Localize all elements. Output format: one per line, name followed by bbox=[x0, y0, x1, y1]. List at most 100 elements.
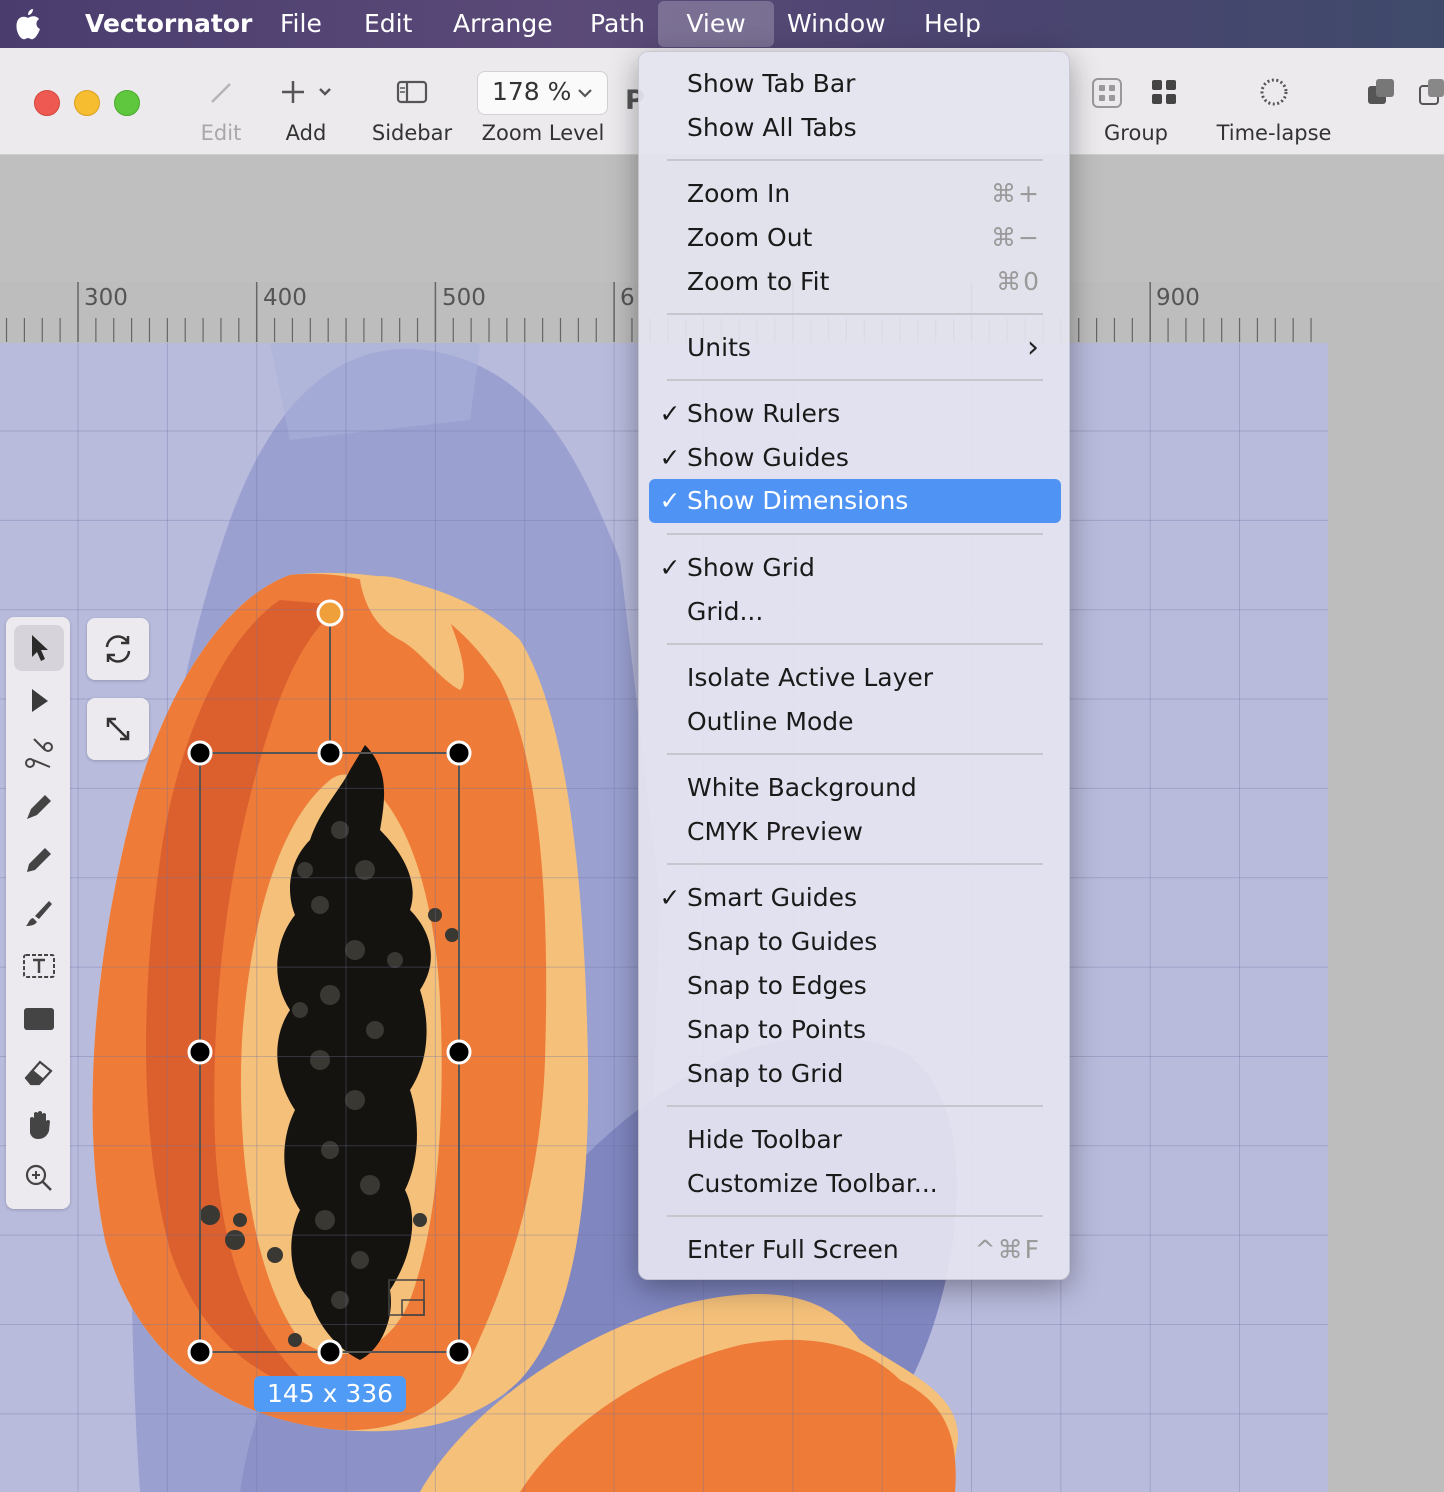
menu-item-label: Grid... bbox=[687, 597, 764, 626]
menu-item-snap-to-guides[interactable]: Snap to Guides bbox=[649, 920, 1061, 964]
menu-item-label: Show Guides bbox=[687, 443, 849, 472]
menu-item-label: Outline Mode bbox=[687, 707, 854, 736]
menu-item-show-dimensions[interactable]: ✓ Show Dimensions bbox=[649, 479, 1061, 523]
selection-tool[interactable] bbox=[14, 625, 64, 671]
menu-item-customize-toolbar[interactable]: Customize Toolbar... bbox=[649, 1162, 1061, 1206]
zoom-level-label: Zoom Level bbox=[481, 121, 605, 145]
menu-item-snap-to-grid[interactable]: Snap to Grid bbox=[649, 1052, 1061, 1096]
menu-view[interactable]: View bbox=[658, 1, 774, 47]
menu-arrange[interactable]: Arrange bbox=[453, 0, 553, 48]
menu-item-outline-mode[interactable]: Outline Mode bbox=[649, 700, 1061, 744]
menu-separator bbox=[667, 1215, 1043, 1217]
pencil-icon bbox=[211, 83, 231, 103]
zoom-icon bbox=[25, 1164, 52, 1191]
apple-icon[interactable] bbox=[14, 7, 42, 41]
edit-label: Edit bbox=[200, 121, 242, 145]
rotate-icon bbox=[105, 635, 131, 663]
rectangle-tool[interactable] bbox=[14, 996, 64, 1042]
menu-item-label: Customize Toolbar... bbox=[687, 1169, 938, 1198]
menu-item-cmyk-preview[interactable]: CMYK Preview bbox=[649, 810, 1061, 854]
menu-separator bbox=[667, 533, 1043, 535]
checkmark-icon: ✓ bbox=[659, 399, 681, 428]
ruler-label-900: 900 bbox=[1156, 285, 1200, 311]
menu-separator bbox=[667, 863, 1043, 865]
menu-item-grid-settings[interactable]: Grid... bbox=[649, 590, 1061, 634]
rotation-handle bbox=[316, 599, 344, 627]
brush-tool[interactable] bbox=[14, 890, 64, 936]
dimensions-label: 145 x 336 bbox=[254, 1376, 406, 1412]
menu-item-hide-toolbar[interactable]: Hide Toolbar bbox=[649, 1118, 1061, 1162]
group-label: Group bbox=[1104, 121, 1168, 145]
menu-item-smart-guides[interactable]: ✓ Smart Guides bbox=[649, 876, 1061, 920]
menu-file[interactable]: File bbox=[280, 0, 322, 48]
zoom-level-value: 178 % bbox=[492, 77, 572, 106]
menu-item-white-background[interactable]: White Background bbox=[649, 766, 1061, 810]
boolean-union-icon[interactable] bbox=[1364, 76, 1444, 110]
menu-window[interactable]: Window bbox=[787, 0, 886, 48]
menu-item-label: Snap to Edges bbox=[687, 971, 867, 1000]
menu-item-show-guides[interactable]: ✓ Show Guides bbox=[649, 436, 1061, 480]
menu-help[interactable]: Help bbox=[924, 0, 981, 48]
menu-item-label: Show Dimensions bbox=[687, 486, 909, 515]
rectangle-icon bbox=[24, 1008, 54, 1030]
menu-item-isolate-active-layer[interactable]: Isolate Active Layer bbox=[649, 656, 1061, 700]
menu-item-label: Snap to Points bbox=[687, 1015, 866, 1044]
sidebar-label: Sidebar bbox=[371, 121, 453, 145]
menu-item-units[interactable]: Units › bbox=[649, 326, 1061, 370]
text-tool[interactable] bbox=[14, 943, 64, 989]
eraser-tool[interactable] bbox=[14, 1049, 64, 1095]
menu-item-shortcut: ⌘0 bbox=[996, 267, 1041, 296]
menu-bar: Vectornator File Edit Arrange Path View … bbox=[0, 0, 1444, 48]
minimize-window-button[interactable] bbox=[74, 90, 100, 116]
menu-item-label: Snap to Grid bbox=[687, 1059, 844, 1088]
hand-tool[interactable] bbox=[14, 1102, 64, 1148]
workspace-margin bbox=[1328, 282, 1444, 1492]
resize-mode-button[interactable] bbox=[87, 698, 149, 760]
pencil-tool-icon bbox=[27, 848, 51, 872]
menu-item-show-all-tabs[interactable]: Show All Tabs bbox=[649, 106, 1061, 150]
direct-selection-tool[interactable] bbox=[14, 678, 64, 724]
pencil-tool[interactable] bbox=[14, 837, 64, 883]
menu-item-enter-full-screen[interactable]: Enter Full Screen ^⌘F bbox=[649, 1228, 1061, 1272]
plus-icon bbox=[282, 81, 331, 103]
menu-item-show-rulers[interactable]: ✓ Show Rulers bbox=[649, 392, 1061, 436]
menu-item-zoom-to-fit[interactable]: Zoom to Fit ⌘0 bbox=[649, 260, 1061, 304]
rotate-mode-button[interactable] bbox=[87, 618, 149, 680]
eraser-icon bbox=[24, 1060, 53, 1086]
tools-panel bbox=[6, 617, 70, 1209]
checkmark-icon: ✓ bbox=[659, 443, 681, 472]
menu-item-label: Zoom In bbox=[687, 179, 791, 208]
menu-item-zoom-in[interactable]: Zoom In ⌘+ bbox=[649, 172, 1061, 216]
menu-item-label: Snap to Guides bbox=[687, 927, 878, 956]
menu-separator bbox=[667, 159, 1043, 161]
chevron-right-icon: › bbox=[1027, 330, 1041, 365]
ruler-label-300: 300 bbox=[84, 285, 128, 311]
app-name-menu[interactable]: Vectornator bbox=[85, 0, 252, 48]
menu-item-label: CMYK Preview bbox=[687, 817, 863, 846]
menu-item-snap-to-edges[interactable]: Snap to Edges bbox=[649, 964, 1061, 1008]
zoom-window-button[interactable] bbox=[114, 90, 140, 116]
select-arrow-icon bbox=[32, 635, 48, 661]
ruler-label-600: 6 bbox=[620, 285, 635, 311]
menu-item-show-grid[interactable]: ✓ Show Grid bbox=[649, 546, 1061, 590]
scissors-icon bbox=[25, 738, 53, 768]
close-window-button[interactable] bbox=[34, 90, 60, 116]
menu-path[interactable]: Path bbox=[590, 0, 645, 48]
menu-item-label: White Background bbox=[687, 773, 917, 802]
direct-select-icon bbox=[32, 689, 48, 712]
timelapse-label: Time-lapse bbox=[1216, 121, 1332, 145]
menu-edit[interactable]: Edit bbox=[364, 0, 412, 48]
group-icon bbox=[1152, 80, 1176, 104]
menu-item-zoom-out[interactable]: Zoom Out ⌘− bbox=[649, 216, 1061, 260]
menu-item-snap-to-points[interactable]: Snap to Points bbox=[649, 1008, 1061, 1052]
menu-item-shortcut: ⌘− bbox=[991, 223, 1041, 252]
zoom-level-select[interactable]: 178 % bbox=[477, 71, 608, 115]
menu-item-label: Show Tab Bar bbox=[687, 69, 856, 98]
zoom-tool[interactable] bbox=[14, 1155, 64, 1201]
menu-item-show-tab-bar[interactable]: Show Tab Bar bbox=[649, 62, 1061, 106]
pen-tool[interactable] bbox=[14, 784, 64, 830]
sidebar-icon bbox=[396, 80, 428, 104]
scissors-tool[interactable] bbox=[14, 731, 64, 777]
view-menu-dropdown: Show Tab Bar Show All Tabs Zoom In ⌘+ Zoo… bbox=[638, 51, 1070, 1280]
menu-item-label: Zoom to Fit bbox=[687, 267, 830, 296]
